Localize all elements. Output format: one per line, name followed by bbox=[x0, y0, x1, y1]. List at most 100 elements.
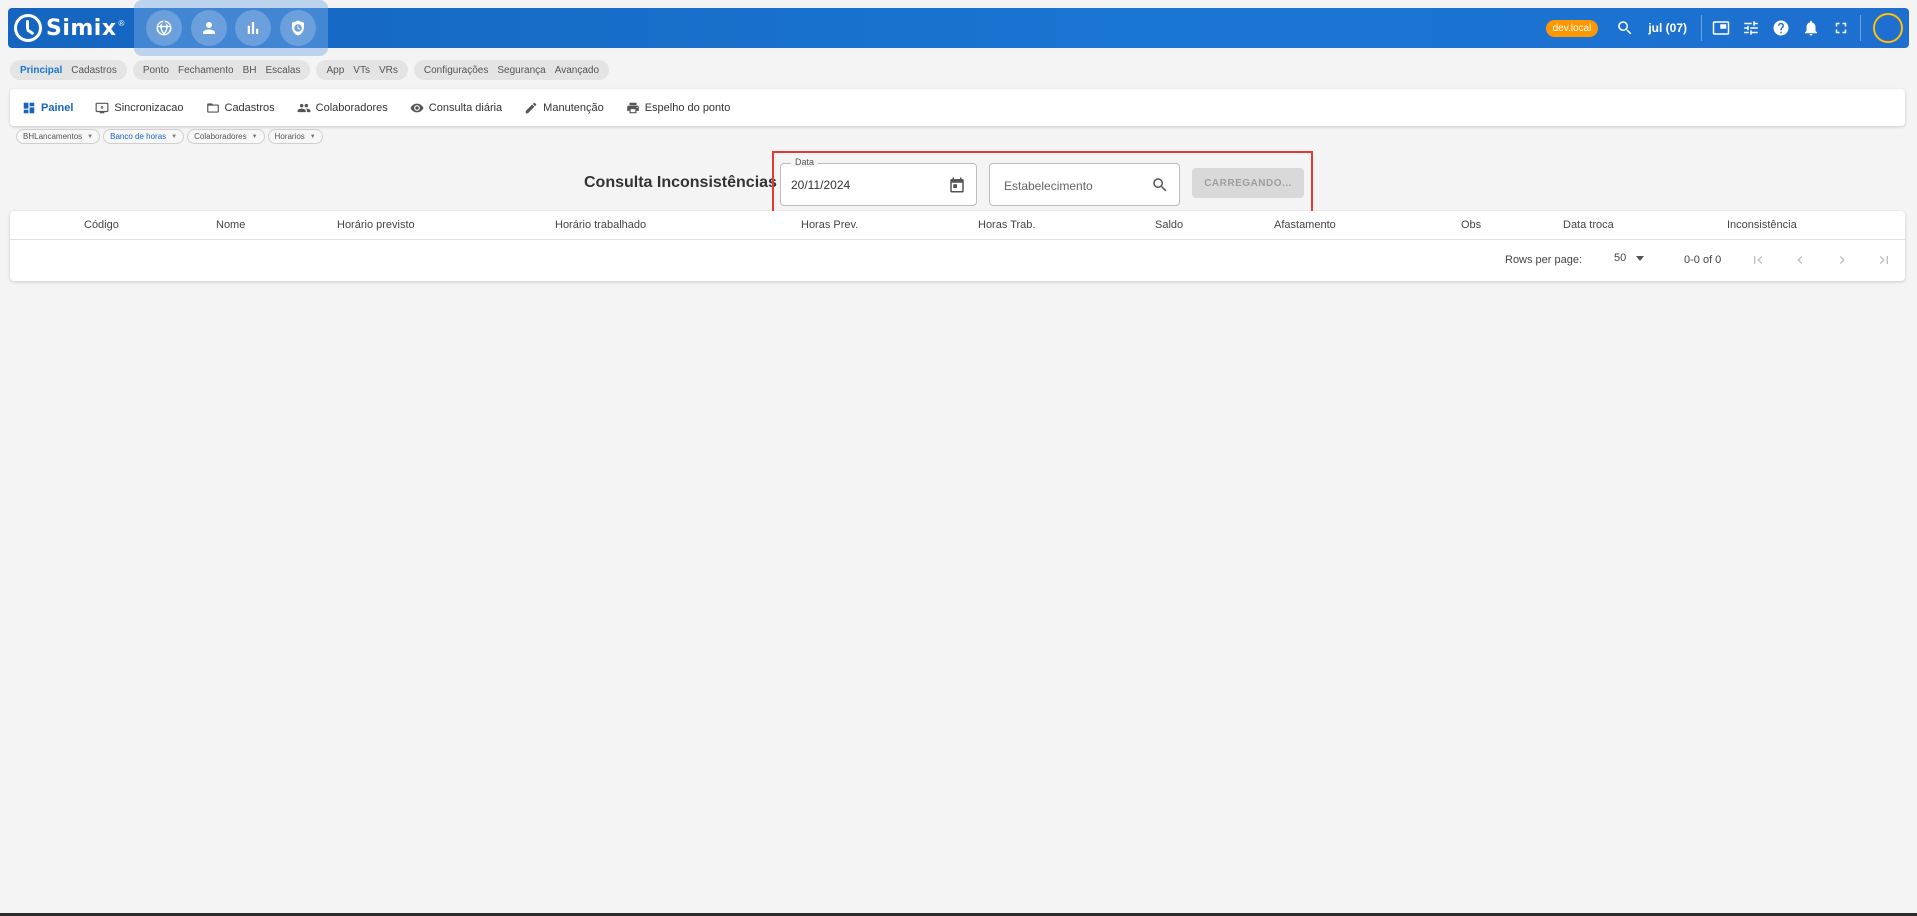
search-icon[interactable] bbox=[1151, 176, 1169, 194]
folder-icon bbox=[206, 102, 219, 113]
column-header-horas-trab[interactable]: Horas Trab. bbox=[978, 219, 1035, 231]
establishment-field[interactable]: Estabelecimento bbox=[989, 163, 1180, 206]
module-avancado[interactable]: Avançado bbox=[555, 65, 599, 76]
table-pagination: Rows per page: 50 0-0 of 0 bbox=[10, 240, 1905, 280]
nav-label: Cadastros bbox=[224, 101, 275, 114]
module-fechamento[interactable]: Fechamento bbox=[178, 65, 234, 76]
column-header-data-troca[interactable]: Data troca bbox=[1563, 219, 1614, 231]
nav-cadastros[interactable]: Cadastros bbox=[206, 89, 275, 126]
subchip-colaboradores[interactable]: Colaboradores ▼ bbox=[187, 129, 265, 144]
avatar[interactable] bbox=[1873, 13, 1903, 43]
module-bh[interactable]: BH bbox=[243, 65, 257, 76]
column-header-inconsistencia[interactable]: Inconsistência bbox=[1727, 219, 1797, 231]
printer-icon bbox=[626, 102, 639, 113]
column-header-horario-previsto[interactable]: Horário previsto bbox=[337, 219, 415, 231]
subsection-chips: BHLancamentos ▼ Banco de horas ▼ Colaborad… bbox=[16, 129, 323, 144]
module-group-config: Configurações Segurança Avançado bbox=[413, 60, 610, 80]
column-header-codigo[interactable]: Código bbox=[84, 219, 119, 231]
nav-colaboradores[interactable]: Colaboradores bbox=[297, 89, 388, 126]
help-icon[interactable] bbox=[1766, 8, 1796, 48]
app-bar: Simix ® dev.local jul (07) bbox=[8, 0, 1909, 56]
module-cadastros[interactable]: Cadastros bbox=[71, 65, 117, 76]
column-header-horas-prev[interactable]: Horas Prev. bbox=[801, 219, 858, 231]
sync-screen-icon bbox=[95, 102, 109, 113]
subchip-label: BHLancamentos bbox=[23, 132, 83, 141]
previous-page-icon[interactable] bbox=[1790, 250, 1810, 270]
environment-badge: dev.local bbox=[1545, 19, 1599, 37]
module-group-ponto: Ponto Fechamento BH Escalas bbox=[132, 60, 311, 80]
inconsistencies-table: Código Nome Horário previsto Horário tra… bbox=[10, 211, 1905, 281]
table-header: Código Nome Horário previsto Horário tra… bbox=[10, 211, 1905, 240]
establishment-placeholder: Estabelecimento bbox=[1004, 179, 1093, 193]
nav-label: Colaboradores bbox=[315, 101, 388, 114]
page-title: Consulta Inconsistências bbox=[584, 174, 777, 191]
rows-per-page-select[interactable]: 50 bbox=[1614, 252, 1645, 264]
calendar-icon[interactable] bbox=[948, 176, 966, 194]
column-header-afastamento[interactable]: Afastamento bbox=[1274, 219, 1336, 231]
nav-sincronizacao[interactable]: Sincronizacao bbox=[95, 89, 184, 126]
module-seguranca[interactable]: Segurança bbox=[497, 65, 545, 76]
chevron-down-icon: ▼ bbox=[251, 133, 258, 140]
module-group-app: App VTs VRs bbox=[316, 60, 408, 80]
subchip-label: Colaboradores bbox=[194, 132, 247, 141]
load-button[interactable]: CARREGANDO... bbox=[1192, 168, 1304, 198]
person-icon[interactable] bbox=[190, 10, 227, 46]
date-field-value[interactable]: 20/11/2024 bbox=[791, 178, 850, 192]
dashboard-icon bbox=[23, 102, 35, 113]
chevron-down-icon: ▼ bbox=[87, 133, 94, 140]
chevron-down-icon bbox=[1636, 255, 1645, 261]
module-ponto[interactable]: Ponto bbox=[143, 65, 169, 76]
fullscreen-icon[interactable] bbox=[1826, 8, 1856, 48]
module-principal[interactable]: Principal bbox=[20, 65, 62, 76]
nav-painel[interactable]: Painel bbox=[22, 89, 73, 126]
bell-icon[interactable] bbox=[1796, 8, 1826, 48]
brand-name: Simix bbox=[46, 15, 117, 41]
chevron-down-icon: ▼ bbox=[309, 133, 316, 140]
column-header-obs[interactable]: Obs bbox=[1461, 219, 1481, 231]
column-header-nome[interactable]: Nome bbox=[216, 219, 245, 231]
picture-in-picture-icon[interactable] bbox=[1706, 8, 1736, 48]
globe-icon[interactable] bbox=[146, 10, 183, 46]
date-field[interactable]: Data 20/11/2024 bbox=[780, 157, 977, 206]
clock-logo-icon bbox=[14, 14, 42, 42]
nav-label: Espelho do ponto bbox=[644, 101, 731, 114]
nav-consulta-diaria[interactable]: Consulta diária bbox=[410, 89, 502, 126]
subchip-label: Horarios bbox=[274, 132, 305, 141]
nav-label: Consulta diária bbox=[428, 101, 503, 114]
nav-label: Painel bbox=[41, 101, 74, 114]
simix-logo[interactable]: Simix ® bbox=[14, 8, 124, 48]
module-groups: Principal Cadastros Ponto Fechamento BH … bbox=[10, 60, 610, 80]
next-page-icon[interactable] bbox=[1832, 250, 1852, 270]
rows-per-page-label: Rows per page: bbox=[1505, 254, 1583, 266]
nav-label: Sincronizacao bbox=[114, 101, 184, 114]
rows-per-page-value: 50 bbox=[1614, 252, 1627, 264]
pencil-icon bbox=[525, 102, 537, 113]
module-group-principal: Principal Cadastros bbox=[10, 60, 127, 80]
date-field-label: Data bbox=[791, 157, 819, 167]
bar-chart-icon[interactable] bbox=[235, 10, 272, 46]
period-selector[interactable]: jul (07) bbox=[1648, 21, 1687, 35]
module-app[interactable]: App bbox=[326, 65, 344, 76]
module-vrs[interactable]: VRs bbox=[379, 65, 398, 76]
search-icon[interactable] bbox=[1610, 8, 1640, 48]
nav-espelho-do-ponto[interactable]: Espelho do ponto bbox=[626, 89, 731, 126]
pagination-range: 0-0 of 0 bbox=[1684, 254, 1722, 266]
divider bbox=[1860, 15, 1861, 41]
shield-clock-icon[interactable] bbox=[279, 10, 316, 46]
subchip-banco-de-horas[interactable]: Banco de horas ▼ bbox=[103, 129, 185, 144]
nav-manutencao[interactable]: Manutenção bbox=[524, 89, 604, 126]
last-page-icon[interactable] bbox=[1874, 250, 1894, 270]
column-header-saldo[interactable]: Saldo bbox=[1155, 219, 1183, 231]
eye-icon bbox=[410, 103, 424, 112]
quick-actions bbox=[134, 0, 328, 56]
subchip-bhlancamentos[interactable]: BHLancamentos ▼ bbox=[16, 129, 101, 144]
subchip-horarios[interactable]: Horarios ▼ bbox=[267, 129, 323, 144]
people-icon bbox=[297, 103, 311, 112]
module-vts[interactable]: VTs bbox=[353, 65, 370, 76]
module-configuracoes[interactable]: Configurações bbox=[424, 65, 488, 76]
brand-trademark: ® bbox=[118, 19, 125, 28]
column-header-horario-trabalhado[interactable]: Horário trabalhado bbox=[555, 219, 646, 231]
tune-icon[interactable] bbox=[1736, 8, 1766, 48]
module-escalas[interactable]: Escalas bbox=[265, 65, 300, 76]
first-page-icon[interactable] bbox=[1748, 250, 1768, 270]
